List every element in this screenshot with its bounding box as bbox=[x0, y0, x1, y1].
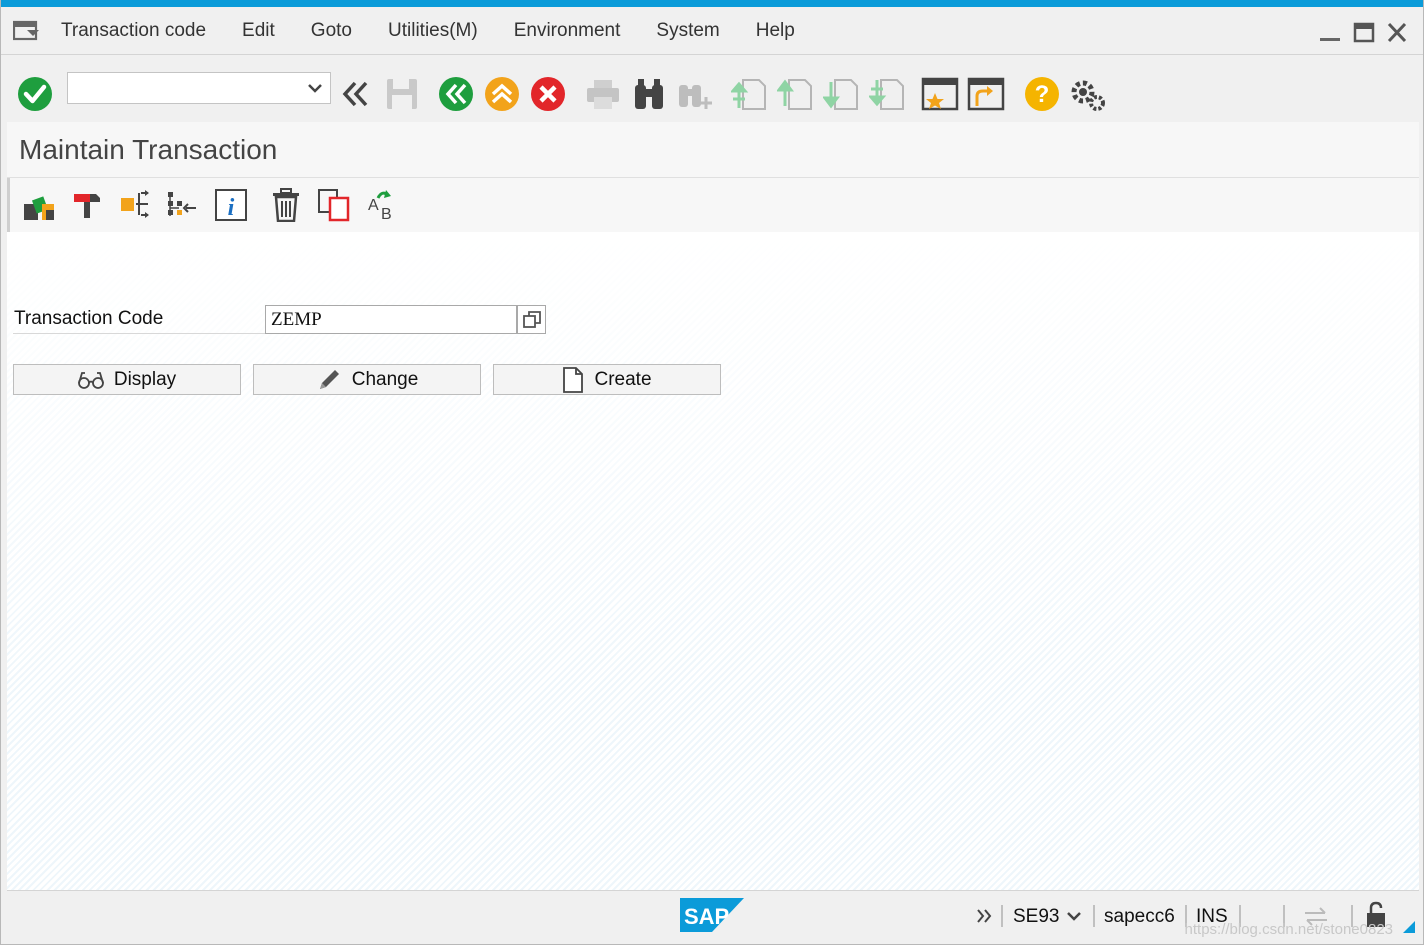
expand-status-icon[interactable] bbox=[975, 907, 993, 925]
svg-text:i: i bbox=[228, 195, 235, 221]
cancel-icon[interactable] bbox=[528, 74, 568, 114]
resize-grip-icon[interactable] bbox=[1403, 921, 1415, 933]
next-page-icon[interactable] bbox=[821, 74, 861, 114]
test-icon[interactable] bbox=[68, 186, 106, 224]
new-document-icon bbox=[563, 366, 584, 393]
maximize-icon[interactable] bbox=[1351, 21, 1377, 45]
rename-icon[interactable]: AB bbox=[364, 186, 402, 224]
change-button-label: Change bbox=[351, 368, 419, 390]
menu-utilities[interactable]: Utilities(M) bbox=[370, 20, 496, 42]
value-help-button[interactable] bbox=[517, 305, 546, 334]
transaction-code-label: Transaction Code bbox=[14, 308, 164, 329]
minimize-icon[interactable] bbox=[1317, 21, 1343, 45]
svg-text:?: ? bbox=[1035, 81, 1050, 108]
standard-toolbar: ? bbox=[1, 56, 1423, 122]
menu-icon[interactable] bbox=[13, 20, 41, 42]
help-icon[interactable]: ? bbox=[1022, 74, 1062, 114]
find-next-icon[interactable] bbox=[675, 74, 715, 114]
other-object-icon[interactable] bbox=[20, 186, 58, 224]
content-area: Transaction Code Display Change Create bbox=[7, 232, 1419, 890]
first-page-icon[interactable] bbox=[729, 74, 769, 114]
status-system: sapecc6 bbox=[1104, 906, 1175, 927]
svg-text:B: B bbox=[381, 206, 392, 222]
menu-goto[interactable]: Goto bbox=[293, 20, 370, 42]
sap-gui-window: Transaction code Edit Goto Utilities(M) … bbox=[0, 0, 1424, 945]
back-icon[interactable] bbox=[436, 74, 476, 114]
customize-layout-icon[interactable] bbox=[1068, 74, 1108, 114]
menu-bar: Transaction code Edit Goto Utilities(M) … bbox=[1, 7, 1423, 55]
copy-icon[interactable] bbox=[315, 186, 353, 224]
page-title: Maintain Transaction bbox=[19, 134, 278, 165]
transaction-code-input[interactable] bbox=[266, 306, 516, 333]
status-transaction: SE93 bbox=[1013, 906, 1060, 927]
command-input[interactable] bbox=[68, 73, 298, 103]
chevron-down-icon[interactable] bbox=[306, 79, 324, 97]
generate-shortcut-icon[interactable] bbox=[966, 74, 1006, 114]
menu-edit[interactable]: Edit bbox=[224, 20, 293, 42]
hierarchy-icon[interactable] bbox=[162, 186, 200, 224]
find-icon[interactable] bbox=[629, 74, 669, 114]
command-field[interactable] bbox=[67, 72, 331, 104]
pencil-icon bbox=[319, 369, 339, 389]
menu-environment[interactable]: Environment bbox=[496, 20, 639, 42]
transaction-code-field[interactable] bbox=[265, 305, 517, 334]
sap-logo: SAP bbox=[680, 898, 744, 932]
label-underline bbox=[13, 333, 265, 334]
close-icon[interactable] bbox=[1384, 21, 1410, 45]
exit-icon[interactable] bbox=[482, 74, 522, 114]
create-session-icon[interactable] bbox=[920, 74, 960, 114]
value-help-icon bbox=[522, 310, 541, 328]
info-icon[interactable]: i bbox=[212, 186, 250, 224]
glasses-icon bbox=[77, 371, 104, 389]
save-icon[interactable] bbox=[382, 74, 422, 114]
back-double-icon[interactable] bbox=[335, 74, 375, 114]
create-button-label: Create bbox=[594, 368, 652, 390]
svg-text:A: A bbox=[368, 197, 379, 214]
create-button[interactable]: Create bbox=[493, 364, 721, 395]
change-button[interactable]: Change bbox=[253, 364, 481, 395]
last-page-icon[interactable] bbox=[867, 74, 907, 114]
sap-logo-text: SAP bbox=[684, 904, 729, 929]
where-used-icon[interactable] bbox=[115, 186, 153, 224]
delete-icon[interactable] bbox=[267, 186, 305, 224]
menu-system[interactable]: System bbox=[638, 20, 737, 42]
previous-page-icon[interactable] bbox=[775, 74, 815, 114]
display-button[interactable]: Display bbox=[13, 364, 241, 395]
watermark: https://blog.csdn.net/stone0823 bbox=[1184, 921, 1393, 938]
window-top-accent bbox=[1, 0, 1423, 7]
title-bar: Maintain Transaction bbox=[7, 122, 1419, 178]
print-icon[interactable] bbox=[583, 74, 623, 114]
display-button-label: Display bbox=[113, 368, 177, 390]
menu-help[interactable]: Help bbox=[738, 20, 813, 42]
status-bar: SAP SE93 sapecc6 INS https://blog.csdn.n… bbox=[7, 890, 1419, 944]
application-toolbar: i AB bbox=[7, 178, 1419, 232]
chevron-down-icon[interactable] bbox=[1065, 907, 1083, 925]
menu-transaction-code[interactable]: Transaction code bbox=[43, 20, 224, 42]
enter-icon[interactable] bbox=[15, 74, 55, 114]
